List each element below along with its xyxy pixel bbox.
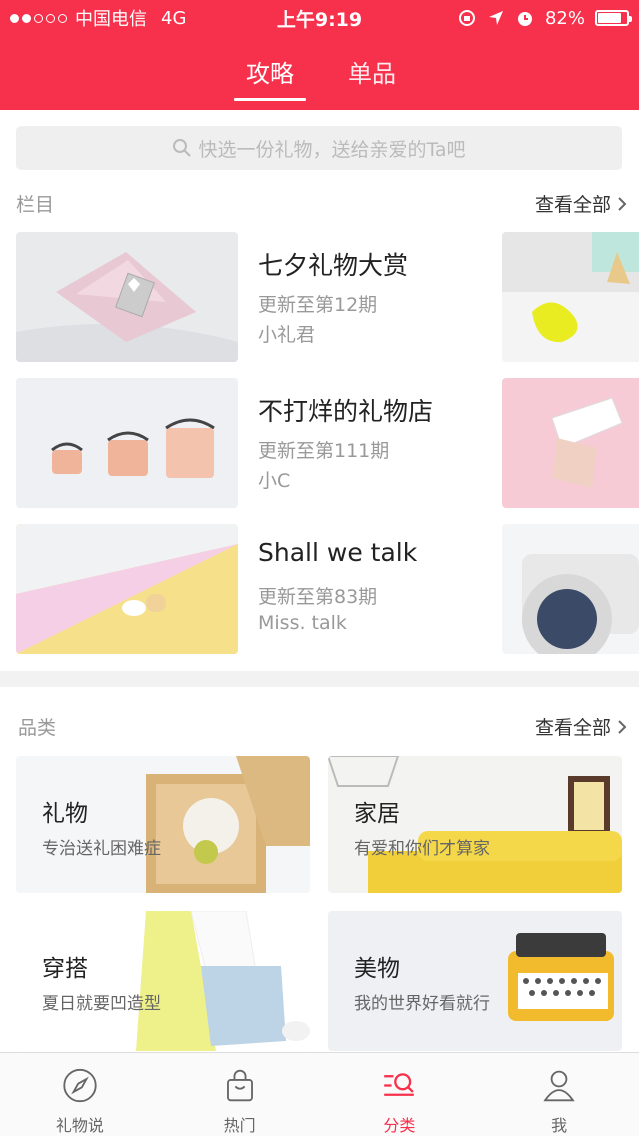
- column-update: 更新至第83期: [258, 586, 378, 608]
- carrier-name: 中国电信: [75, 9, 147, 30]
- search-icon: [173, 139, 192, 157]
- top-tabs: 攻略 单品: [0, 36, 639, 110]
- category-section-title: 品类: [18, 717, 57, 739]
- column-author: 小礼君: [258, 324, 316, 346]
- column-item[interactable]: 不打烊的礼物店 更新至第111期 小C: [16, 378, 639, 508]
- network-type: 4G: [161, 7, 187, 29]
- search-placeholder: 快选一份礼物，送给亲爱的Ta吧: [198, 138, 466, 161]
- column-title: Shall we talk: [258, 538, 418, 567]
- category-card-home[interactable]: 家居 有爱和你们才算家: [328, 756, 622, 893]
- category-search-icon: [384, 1073, 415, 1096]
- columns-view-all-link[interactable]: 查看全部: [535, 190, 627, 217]
- category-card-gifts[interactable]: 礼物 专治送礼困难症: [16, 756, 310, 893]
- category-card-outfit[interactable]: 穿搭 夏日就要凹造型: [16, 911, 310, 1051]
- status-bar: 中国电信 4G 上午9:19 82%: [0, 0, 639, 36]
- chevron-right-icon: [618, 719, 627, 734]
- column-thumbnail: [16, 524, 238, 654]
- category-desc: 我的世界好看就行: [354, 994, 490, 1014]
- column-update: 更新至第111期: [258, 440, 390, 462]
- tab-guides[interactable]: 攻略: [246, 54, 294, 89]
- category-desc: 专治送礼困难症: [42, 839, 161, 859]
- nav-item-hot[interactable]: 热门: [160, 1053, 320, 1136]
- nav-label: 热门: [223, 1116, 256, 1135]
- nav-item-gift-talk[interactable]: 礼物说: [0, 1053, 160, 1136]
- section-divider: [0, 671, 639, 687]
- column-author: 小C: [258, 470, 291, 492]
- column-update: 更新至第12期: [258, 294, 378, 316]
- alarm-clock-icon: [517, 12, 532, 26]
- category-name: 穿搭: [42, 956, 88, 982]
- shopping-bag-icon: [226, 1069, 253, 1102]
- tab-items[interactable]: 单品: [348, 54, 396, 89]
- status-time: 上午9:19: [276, 8, 363, 31]
- column-title: 七夕礼物大赏: [258, 251, 409, 280]
- nav-label: 分类: [383, 1116, 416, 1135]
- column-item[interactable]: Shall we talk 更新至第83期 Miss. talk: [16, 524, 639, 654]
- rotation-lock-icon: [458, 10, 475, 26]
- column-thumbnail: [16, 378, 238, 508]
- nav-label: 礼物说: [55, 1116, 104, 1135]
- category-desc: 有爱和你们才算家: [354, 839, 490, 859]
- nav-label: 我: [551, 1116, 568, 1135]
- column-item[interactable]: 七夕礼物大赏 更新至第12期 小礼君: [16, 232, 639, 362]
- category-name: 礼物: [42, 801, 88, 827]
- column-preview-image: [502, 232, 639, 362]
- bottom-tab-bar: 礼物说 热门 分类 我: [0, 1052, 639, 1136]
- category-card-goods[interactable]: 美物 我的世界好看就行: [328, 911, 622, 1051]
- column-title: 不打烊的礼物店: [258, 397, 434, 426]
- category-name: 家居: [354, 801, 400, 827]
- column-preview-image: [502, 378, 639, 508]
- app-header: 中国电信 4G 上午9:19 82% 攻略 单品: [0, 0, 639, 110]
- chevron-right-icon: [618, 196, 627, 211]
- columns-section-title: 栏目: [16, 194, 55, 216]
- search-bar[interactable]: 快选一份礼物，送给亲爱的Ta吧: [16, 126, 622, 170]
- location-arrow-icon: [488, 11, 503, 25]
- category-desc: 夏日就要凹造型: [42, 994, 161, 1014]
- column-author: Miss. talk: [258, 612, 347, 634]
- view-all-label: 查看全部: [534, 194, 611, 216]
- category-view-all-link[interactable]: 查看全部: [535, 713, 627, 740]
- column-thumbnail: [16, 232, 238, 362]
- active-tab-indicator: [234, 98, 306, 101]
- nav-item-me[interactable]: 我: [479, 1053, 639, 1136]
- battery-icon: [595, 10, 632, 26]
- compass-icon: [63, 1068, 97, 1103]
- signal-strength-icon: [10, 13, 67, 23]
- category-name: 美物: [354, 956, 400, 982]
- person-icon: [543, 1070, 575, 1102]
- view-all-label: 查看全部: [534, 717, 611, 739]
- nav-item-category[interactable]: 分类: [320, 1053, 480, 1136]
- battery-percent: 82%: [544, 7, 585, 29]
- column-preview-image: [502, 524, 639, 654]
